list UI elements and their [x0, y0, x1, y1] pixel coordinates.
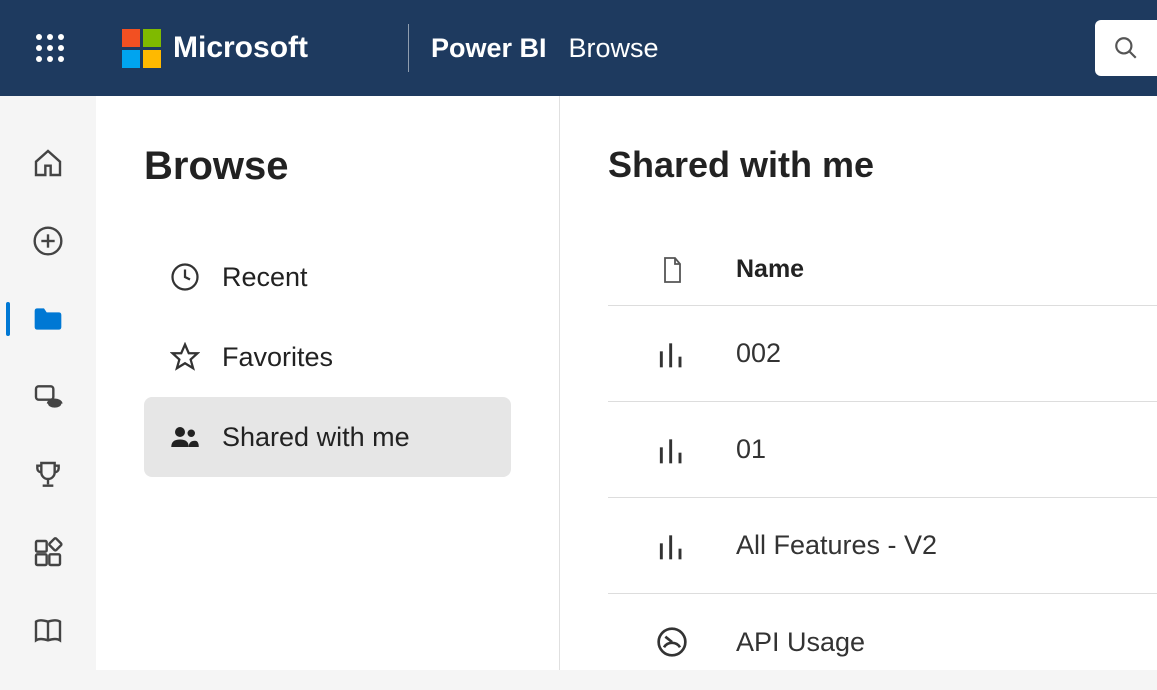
header-divider [408, 24, 409, 72]
browse-panel: Browse Recent Favorites Shared with me [96, 96, 560, 670]
book-icon [32, 615, 64, 647]
browse-item-favorites[interactable]: Favorites [144, 317, 511, 397]
microsoft-logo-icon [122, 29, 161, 68]
rail-create[interactable] [0, 202, 96, 280]
browse-item-label: Favorites [222, 342, 333, 373]
column-name-header[interactable]: Name [736, 255, 804, 284]
search-button[interactable] [1095, 20, 1157, 76]
app-launcher-icon[interactable] [36, 34, 64, 62]
rail-metrics[interactable] [0, 436, 96, 514]
plus-circle-icon [32, 225, 64, 257]
search-icon [1113, 35, 1139, 61]
page-context: Browse [569, 33, 659, 64]
browse-item-label: Recent [222, 262, 308, 293]
table-row[interactable]: 01 [608, 402, 1157, 498]
row-name: 002 [736, 338, 781, 369]
home-icon [32, 147, 64, 179]
folder-icon [32, 303, 64, 335]
report-icon [656, 434, 688, 466]
rail-apps[interactable] [0, 514, 96, 592]
microsoft-brand-text: Microsoft [173, 31, 308, 65]
apps-icon [32, 537, 64, 569]
row-name: API Usage [736, 627, 865, 658]
rail-data-hub[interactable] [0, 358, 96, 436]
browse-item-shared-with-me[interactable]: Shared with me [144, 397, 511, 477]
column-type-icon[interactable] [608, 256, 736, 284]
browse-item-recent[interactable]: Recent [144, 237, 511, 317]
report-icon [656, 338, 688, 370]
clock-icon [170, 262, 200, 292]
main-title: Shared with me [608, 144, 1157, 186]
top-navigation-bar: Microsoft Power BI Browse [0, 0, 1157, 96]
people-icon [170, 422, 200, 452]
table-row[interactable]: 002 [608, 306, 1157, 402]
star-icon [170, 342, 200, 372]
file-icon [660, 256, 684, 284]
left-navigation-rail [0, 96, 96, 670]
rail-learn[interactable] [0, 592, 96, 670]
table-row[interactable]: API Usage [608, 594, 1157, 690]
microsoft-logo[interactable]: Microsoft [122, 29, 308, 68]
dashboard-icon [656, 626, 688, 658]
browse-item-label: Shared with me [222, 422, 410, 453]
product-name[interactable]: Power BI [431, 33, 547, 64]
trophy-icon [32, 459, 64, 491]
main-content: Shared with me Name 002 [560, 96, 1157, 670]
browse-title: Browse [144, 144, 511, 189]
table-header: Name [608, 234, 1157, 306]
table-row[interactable]: All Features - V2 [608, 498, 1157, 594]
rail-home[interactable] [0, 124, 96, 202]
rail-browse[interactable] [0, 280, 96, 358]
data-hub-icon [32, 381, 64, 413]
report-icon [656, 530, 688, 562]
row-name: All Features - V2 [736, 530, 937, 561]
row-name: 01 [736, 434, 766, 465]
